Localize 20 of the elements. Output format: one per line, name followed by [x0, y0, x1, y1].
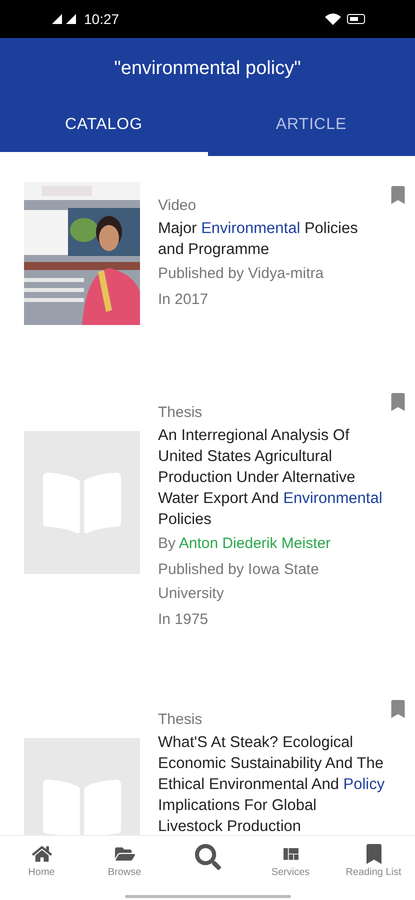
- result-type: Thesis: [158, 711, 204, 728]
- author-link[interactable]: Anton Diederik Meister: [178, 535, 331, 552]
- result-year: In 2017: [158, 290, 210, 310]
- tab[interactable]: ARTICLE: [208, 102, 415, 156]
- result-publisher: Published by Vidya-mitra: [158, 264, 325, 284]
- result-year: In 1975: [158, 610, 210, 630]
- result-author: By Anton Diederik Meister: [158, 534, 332, 554]
- result-title[interactable]: Major Environmental Policies and Programme: [158, 218, 385, 260]
- nav-label[interactable]: Browse: [108, 867, 142, 878]
- nav-label[interactable]: Services: [271, 867, 310, 878]
- result-title[interactable]: What'S At Steak? Ecological Economic Sustainability And The Ethical Environmental And Policy Implications For Global Livestock Production: [158, 732, 385, 835]
- status-time: 10:27: [84, 11, 120, 27]
- nav-label[interactable]: Home: [28, 867, 55, 878]
- tab[interactable]: CATALOG: [0, 102, 208, 156]
- result-type: Thesis: [158, 404, 204, 421]
- search-query-title: "environmental policy": [113, 57, 302, 81]
- nav-label[interactable]: Reading List: [346, 867, 402, 878]
- result-title[interactable]: An Interregional Analysis Of United States Agricultural Production Under Alternative Water Export And Environmental Policies: [158, 425, 385, 530]
- result-publisher: Published by Iowa State University: [158, 560, 320, 604]
- result-type: Video: [158, 197, 198, 214]
